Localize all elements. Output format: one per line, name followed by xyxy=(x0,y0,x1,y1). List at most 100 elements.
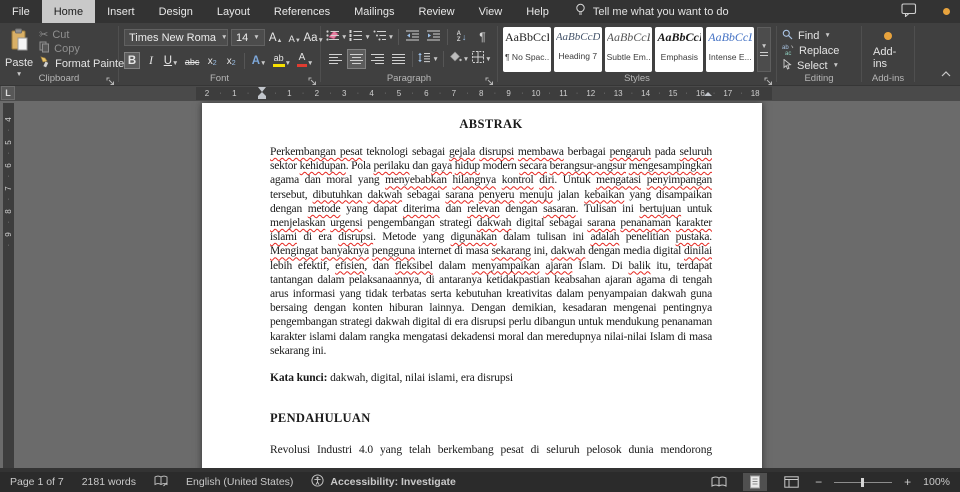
subscript-button[interactable]: x2 xyxy=(204,52,220,69)
superscript-button[interactable]: x2 xyxy=(223,52,239,69)
tab-references[interactable]: References xyxy=(262,0,342,23)
font-color-button[interactable]: A ▼ xyxy=(295,52,315,69)
font-dialog-launcher-icon[interactable] xyxy=(308,73,318,85)
word-count[interactable]: 2181 words xyxy=(82,476,136,488)
find-button[interactable]: Find ▼ xyxy=(782,28,856,43)
misspelled-word: menyebabkan xyxy=(385,174,447,187)
tab-help[interactable]: Help xyxy=(514,0,561,23)
addins-button[interactable]: Add-ins xyxy=(867,26,909,70)
zoom-slider-thumb[interactable] xyxy=(861,477,865,487)
style-intense-emphasis[interactable]: AaBbCcL Intense E... xyxy=(706,27,755,72)
keywords-line[interactable]: Kata kunci: dakwah, digital, nilai islam… xyxy=(270,372,712,384)
format-painter-button[interactable]: Format Painter xyxy=(39,56,128,71)
paragraph-group-label: Paragraph xyxy=(386,73,432,84)
tab-stop-selector[interactable]: L xyxy=(1,86,15,100)
underline-button[interactable]: U ▼ xyxy=(162,52,180,69)
style-heading-7[interactable]: AaBbCcDc Heading 7 xyxy=(553,27,602,72)
strikethrough-button[interactable]: abc xyxy=(183,52,201,69)
print-layout-button[interactable] xyxy=(743,473,768,491)
misspelled-word: dakwah xyxy=(550,245,586,258)
paragraph-dialog-launcher-icon[interactable] xyxy=(485,73,495,85)
style-no-spacing[interactable]: AaBbCcD ¶ No Spac... xyxy=(503,27,551,72)
align-right-button[interactable] xyxy=(368,49,387,69)
style-emphasis[interactable]: AaBbCcL Emphasis xyxy=(655,27,704,72)
font-name-combobox[interactable]: Times New Roma ▼ xyxy=(124,29,228,46)
text-effects-button[interactable]: A ▼ xyxy=(250,52,268,69)
zoom-level[interactable]: 100% xyxy=(923,476,950,488)
shading-button[interactable]: ▼ xyxy=(448,49,469,69)
page-indicator[interactable]: Page 1 of 7 xyxy=(10,476,64,488)
paragraph-group: ▼ ▼ ▼ AZ ↓ ¶ ▼ ▼ ▼ Paragraph xyxy=(321,23,497,85)
styles-gallery-more-button[interactable]: ▼ xyxy=(757,27,772,72)
text-highlight-button[interactable]: ab ▼ xyxy=(271,52,292,69)
copy-button[interactable]: Copy xyxy=(39,41,128,56)
document-page[interactable]: ABSTRAK Perkembangan pesat teknologi seb… xyxy=(202,103,762,468)
increase-indent-button[interactable] xyxy=(424,27,443,47)
numbering-button[interactable]: ▼ xyxy=(349,27,371,47)
zoom-slider[interactable] xyxy=(834,477,893,487)
left-indent-marker[interactable] xyxy=(258,96,266,99)
align-center-button[interactable] xyxy=(347,49,366,69)
align-left-button[interactable] xyxy=(326,49,345,69)
abstract-paragraph[interactable]: Perkembangan pesat teknologi sebagai gej… xyxy=(270,145,712,358)
style-subtle-emphasis[interactable]: AaBbCcL Subtle Em... xyxy=(604,27,653,72)
highlight-letters: ab xyxy=(273,53,284,63)
styles-dialog-launcher-icon[interactable] xyxy=(764,73,774,85)
line-spacing-button[interactable]: ▼ xyxy=(417,49,439,69)
font-size-combobox[interactable]: 14 ▼ xyxy=(231,29,265,46)
intro-paragraph[interactable]: Revolusi Industri 4.0 yang telah berkemb… xyxy=(270,439,712,468)
bullets-button[interactable]: ▼ xyxy=(326,27,347,47)
bold-button[interactable]: B xyxy=(124,52,140,69)
svg-text:ac: ac xyxy=(785,51,791,55)
shrink-font-button[interactable]: A ▼ xyxy=(287,29,303,46)
paste-button[interactable]: Paste ▼ xyxy=(5,26,33,78)
replace-button[interactable]: ab ac Replace xyxy=(782,43,856,58)
select-button[interactable]: Select ▼ xyxy=(782,58,856,73)
cut-button[interactable]: ✂ Cut xyxy=(39,28,128,42)
show-formatting-button[interactable]: ¶ xyxy=(473,27,492,47)
text-run: di era xyxy=(296,231,339,244)
zoom-out-button[interactable]: − xyxy=(815,476,822,488)
ruler-cm-label: 6 xyxy=(424,89,429,98)
clipboard-dialog-launcher-icon[interactable] xyxy=(106,73,116,85)
tab-view[interactable]: View xyxy=(467,0,515,23)
proofing-status[interactable] xyxy=(154,475,168,490)
ruler-tick-dot: · xyxy=(575,90,579,97)
decrease-indent-button[interactable] xyxy=(403,27,422,47)
borders-button[interactable]: ▼ xyxy=(472,49,492,69)
sort-button[interactable]: AZ ↓ xyxy=(452,27,471,47)
justify-button[interactable] xyxy=(389,49,408,69)
ruler-cm-label: 10 xyxy=(531,89,541,98)
change-case-button[interactable]: Aa ▼ xyxy=(303,29,324,46)
ruler-cm-label: 1 xyxy=(287,89,292,98)
ribbon: Paste ▼ ✂ Cut Copy Format Painter Clipbo… xyxy=(0,23,960,86)
zoom-in-button[interactable]: + xyxy=(904,476,911,488)
accessibility-status[interactable]: Accessibility: Investigate xyxy=(311,474,456,490)
tab-design[interactable]: Design xyxy=(147,0,205,23)
vertical-ruler[interactable]: 4 · 5 · 6 · 7 · 8 · 9 · xyxy=(3,103,14,468)
comments-icon[interactable] xyxy=(901,3,917,20)
multilevel-list-button[interactable]: ▼ xyxy=(373,27,394,47)
section-heading: PENDAHULUAN xyxy=(270,411,371,426)
vertical-ruler-tick-dot: · xyxy=(7,172,10,180)
language-indicator[interactable]: English (United States) xyxy=(186,476,293,488)
ruler-tick-dot: · xyxy=(493,90,497,97)
read-mode-button[interactable] xyxy=(707,473,731,491)
tab-home[interactable]: Home xyxy=(41,0,96,23)
collapse-ribbon-button[interactable] xyxy=(941,64,951,82)
ruler-cm-label: 7 xyxy=(451,89,457,98)
horizontal-ruler[interactable]: 2 1 · · · 1 · 2 · 3 · 4 · 5 · 6 · 7 · 8 · 9 · 10 · 11 · 12 · 13 · 14 · 15… xyxy=(196,87,772,100)
tell-me-box[interactable]: Tell me what you want to do xyxy=(575,0,729,23)
text-run: dan xyxy=(439,202,468,215)
misspelled-word: fleksibel xyxy=(394,259,433,272)
tab-review[interactable]: Review xyxy=(407,0,467,23)
grow-font-button[interactable]: A ▲ xyxy=(268,29,284,46)
italic-button[interactable]: I xyxy=(143,52,159,69)
borders-grid-icon xyxy=(472,50,485,68)
tab-file[interactable]: File xyxy=(0,0,42,23)
tab-mailings[interactable]: Mailings xyxy=(342,0,406,23)
web-layout-button[interactable] xyxy=(779,473,803,491)
ruler-tick-dot: · xyxy=(521,90,524,97)
tab-layout[interactable]: Layout xyxy=(205,0,262,23)
tab-insert[interactable]: Insert xyxy=(95,0,147,23)
